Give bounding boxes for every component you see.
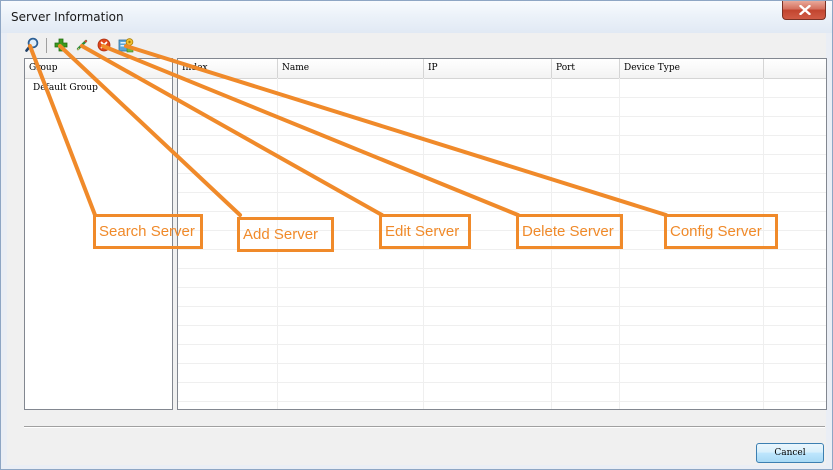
server-table-header: Index Name IP Port Device Type bbox=[178, 59, 826, 79]
callout-edit-server: Edit Server bbox=[379, 214, 471, 249]
toolbar bbox=[15, 36, 155, 56]
table-row-line bbox=[178, 401, 826, 402]
pencil-icon bbox=[76, 39, 88, 51]
table-row-line bbox=[178, 344, 826, 345]
footer-divider bbox=[24, 426, 825, 427]
table-row-line bbox=[178, 363, 826, 364]
callout-search-server: Search Server bbox=[93, 214, 203, 249]
table-row-line bbox=[178, 173, 826, 174]
table-row-line bbox=[178, 306, 826, 307]
config-icon bbox=[118, 38, 134, 53]
table-row-line bbox=[178, 97, 826, 98]
edit-server-button[interactable] bbox=[73, 36, 91, 54]
callout-config-server: Config Server bbox=[664, 214, 778, 249]
column-header-filler bbox=[764, 59, 826, 78]
window-title: Server Information bbox=[11, 10, 124, 24]
close-icon bbox=[799, 5, 811, 15]
add-server-button[interactable] bbox=[52, 36, 70, 54]
cancel-button[interactable]: Cancel bbox=[756, 443, 824, 463]
column-header-port[interactable]: Port bbox=[552, 59, 620, 78]
group-item-default[interactable]: Default Group bbox=[33, 83, 98, 93]
table-row-line bbox=[178, 268, 826, 269]
table-row-line bbox=[178, 154, 826, 155]
title-bar: Server Information bbox=[1, 1, 832, 33]
group-header: Group bbox=[25, 59, 172, 79]
group-column-header[interactable]: Group bbox=[25, 59, 172, 78]
callout-delete-server: Delete Server bbox=[516, 214, 623, 249]
table-row-line bbox=[178, 135, 826, 136]
column-header-index[interactable]: Index bbox=[178, 59, 278, 78]
table-row-line bbox=[178, 192, 826, 193]
search-server-button[interactable] bbox=[23, 36, 41, 54]
column-header-name[interactable]: Name bbox=[278, 59, 424, 78]
table-row-line bbox=[178, 116, 826, 117]
config-server-button[interactable] bbox=[117, 36, 135, 54]
plus-icon bbox=[54, 38, 68, 52]
delete-server-button[interactable] bbox=[95, 36, 113, 54]
table-row-line bbox=[178, 325, 826, 326]
column-header-ip[interactable]: IP bbox=[424, 59, 552, 78]
magnifier-icon bbox=[25, 37, 39, 52]
callout-add-server: Add Server bbox=[237, 217, 334, 252]
close-button[interactable] bbox=[782, 1, 826, 20]
column-header-device-type[interactable]: Device Type bbox=[620, 59, 764, 78]
toolbar-separator bbox=[46, 38, 47, 53]
table-row-line bbox=[178, 211, 826, 212]
table-row-line bbox=[178, 287, 826, 288]
table-row-line bbox=[178, 382, 826, 383]
delete-icon bbox=[97, 38, 111, 52]
